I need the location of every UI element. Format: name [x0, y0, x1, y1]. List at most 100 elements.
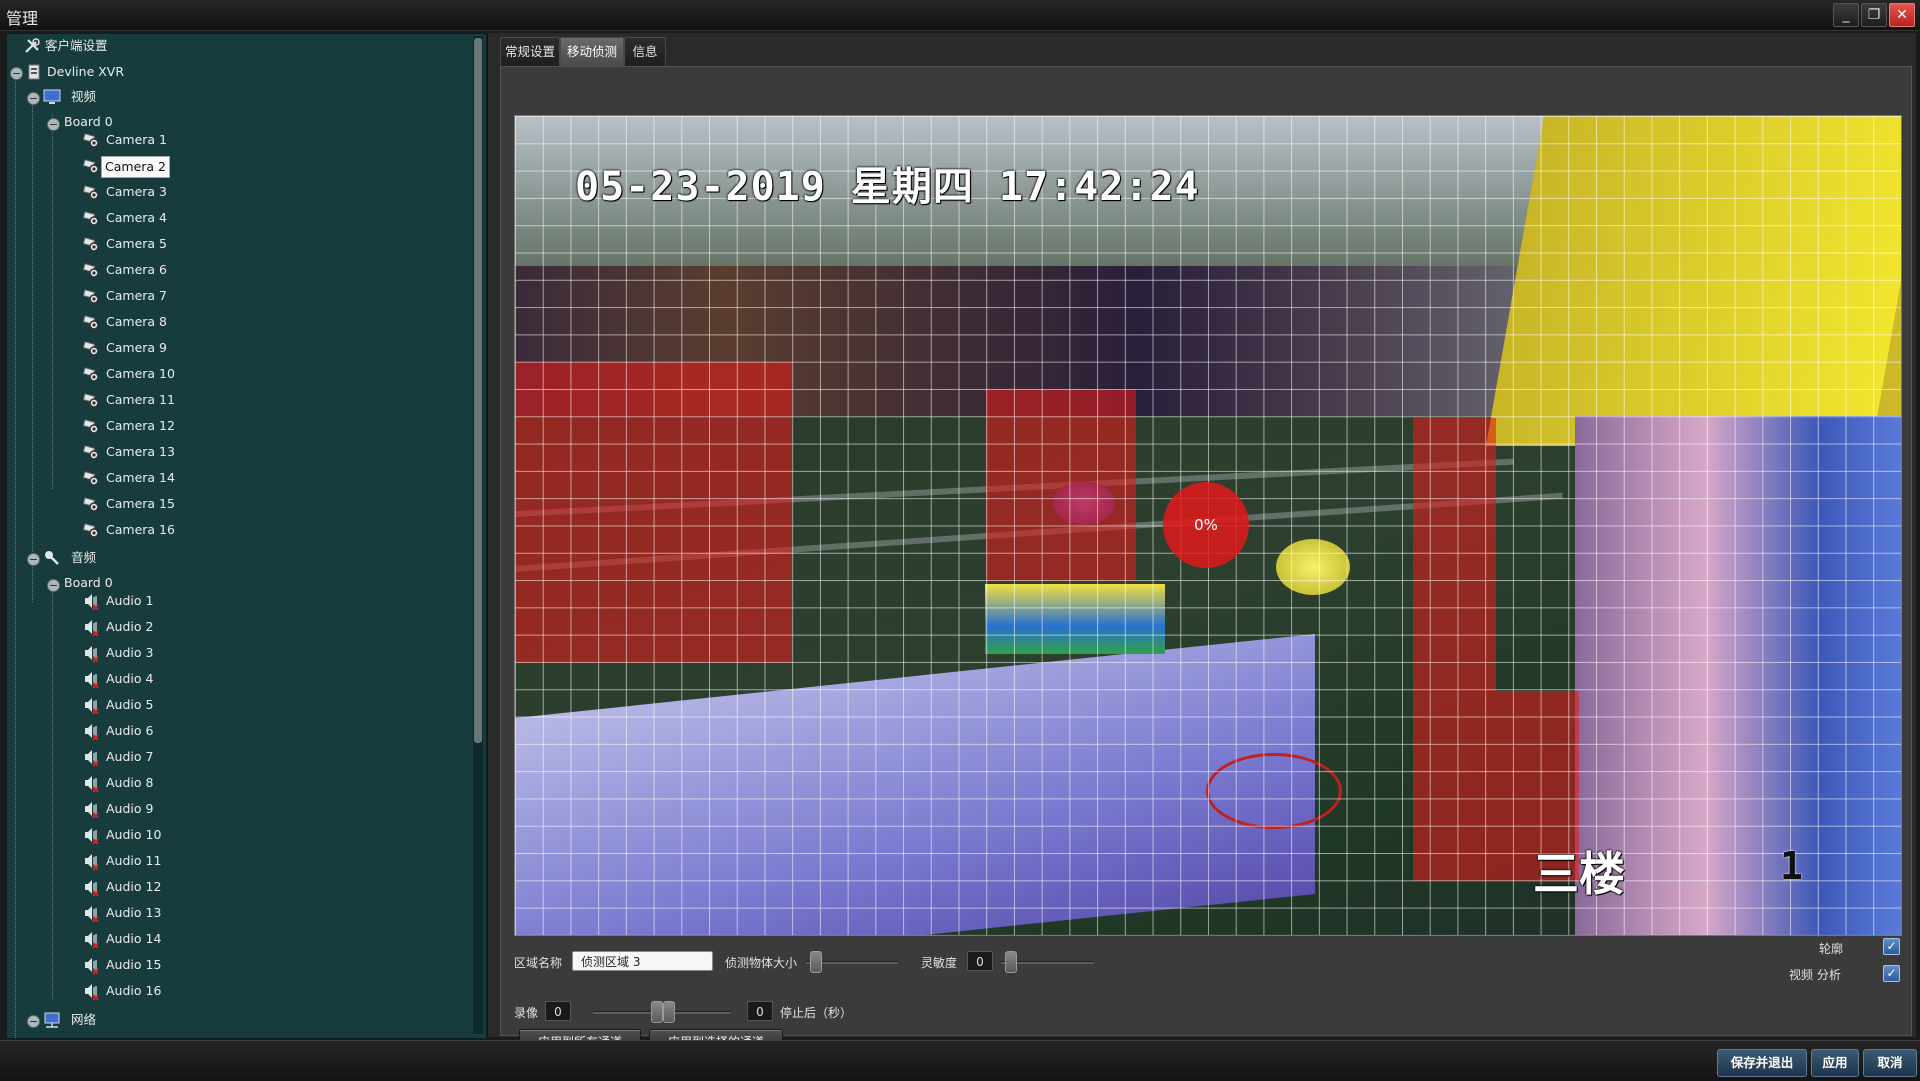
- window-title: 管理: [6, 9, 39, 28]
- camera-icon: [83, 133, 99, 148]
- speaker-muted-icon: [85, 802, 99, 818]
- tree-label: Audio 5: [106, 697, 154, 712]
- minimize-button[interactable]: _: [1833, 3, 1859, 27]
- camera-icon: [83, 185, 99, 200]
- tree-label: Camera 9: [106, 340, 167, 355]
- camera-icon: [83, 367, 99, 382]
- collapse-toggle[interactable]: [27, 553, 40, 566]
- outline-checkbox[interactable]: ✓: [1883, 938, 1900, 955]
- microphone-icon: [45, 551, 59, 565]
- motion-level-indicator: 0%: [1163, 482, 1249, 568]
- tree-label: Camera 6: [106, 262, 167, 277]
- tree-label: Camera 8: [106, 314, 167, 329]
- tree-label: 网络: [71, 1012, 97, 1027]
- speaker-muted-icon: [85, 750, 99, 766]
- record-value[interactable]: 0: [545, 1001, 571, 1021]
- osd-channel: 1: [1780, 844, 1803, 888]
- motion-detection-content: 05-23-2019 星期四 17:42:24 三楼 1 0% 区域名称 侦测区…: [500, 66, 1912, 1055]
- camera-icon: [83, 211, 99, 226]
- tree-scrollbar[interactable]: [473, 36, 483, 1034]
- speaker-muted-icon: [85, 594, 99, 610]
- tree-label: Board 0: [64, 575, 113, 590]
- record-slider-handle-start[interactable]: [651, 1001, 663, 1023]
- tree-label: Audio 2: [106, 619, 154, 634]
- tree-label: Audio 11: [106, 853, 162, 868]
- tree-label: Board 0: [64, 114, 113, 129]
- network-icon: [44, 1012, 60, 1028]
- tree-label: Camera 1: [106, 132, 167, 147]
- speaker-muted-icon: [85, 958, 99, 974]
- tree-label: Camera 12: [106, 418, 175, 433]
- speaker-muted-icon: [85, 724, 99, 740]
- title-bar: 管理 _ ❐ ✕: [0, 0, 1920, 31]
- sensitivity-value[interactable]: 0: [967, 951, 993, 971]
- speaker-muted-icon: [85, 932, 99, 948]
- tree-label: Audio 9: [106, 801, 154, 816]
- speaker-muted-icon: [85, 854, 99, 870]
- tab-general-settings[interactable]: 常规设置: [500, 37, 560, 66]
- object-size-label: 侦测物体大小: [725, 956, 798, 970]
- camera-icon: [83, 471, 99, 486]
- tree-label: Audio 10: [106, 827, 162, 842]
- collapse-toggle[interactable]: [47, 118, 60, 131]
- camera-icon: [83, 393, 99, 408]
- collapse-toggle[interactable]: [10, 67, 23, 80]
- close-button[interactable]: ✕: [1889, 3, 1915, 27]
- tree-item-audio-board[interactable]: Board 0: [64, 573, 113, 593]
- zone-name-label: 区域名称: [514, 956, 563, 970]
- tree-label: 视频: [71, 89, 97, 104]
- tree-label: 音频: [71, 550, 97, 565]
- tree-label: Audio 1: [106, 593, 154, 608]
- speaker-muted-icon: [85, 698, 99, 714]
- osd-datetime: 05-23-2019 星期四 17:42:24: [575, 164, 1200, 210]
- speaker-muted-icon: [85, 620, 99, 636]
- tree-label: Camera 7: [106, 288, 167, 303]
- tree-label: Devline XVR: [47, 64, 125, 79]
- stop-after-value[interactable]: 0: [747, 1001, 773, 1021]
- tree-label: Audio 13: [106, 905, 162, 920]
- server-icon: [28, 64, 40, 80]
- osd-location: 三楼: [1533, 847, 1625, 901]
- tree-label: Audio 4: [106, 671, 154, 686]
- collapse-toggle[interactable]: [47, 579, 60, 592]
- tab-info[interactable]: 信息: [624, 37, 666, 66]
- speaker-muted-icon: [85, 984, 99, 1000]
- maximize-button[interactable]: ❐: [1861, 3, 1887, 27]
- tools-icon: [25, 38, 40, 53]
- tree-label: Audio 6: [106, 723, 154, 738]
- camera-icon: [83, 315, 99, 330]
- record-slider-handle-end[interactable]: [663, 1001, 675, 1023]
- video-analysis-checkbox[interactable]: ✓: [1883, 965, 1900, 982]
- tree-label: Audio 14: [106, 931, 162, 946]
- record-label: 录像: [514, 1006, 539, 1020]
- apply-button[interactable]: 应用: [1811, 1049, 1859, 1077]
- collapse-toggle[interactable]: [27, 92, 40, 105]
- speaker-muted-icon: [85, 880, 99, 896]
- camera-icon: [83, 341, 99, 356]
- tree-label: Camera 2: [101, 156, 170, 178]
- tree-label: Audio 16: [106, 983, 162, 998]
- camera-preview[interactable]: 05-23-2019 星期四 17:42:24 三楼 1 0%: [514, 115, 1902, 936]
- collapse-toggle[interactable]: [27, 1015, 40, 1028]
- tree-label: Camera 13: [106, 444, 175, 459]
- tree-label: Camera 15: [106, 496, 175, 511]
- settings-panel: 常规设置 移动侦测 信息 05-23-2019 星期四 17:42:24 三楼 …: [496, 33, 1916, 1055]
- sensitivity-label: 灵敏度: [921, 956, 958, 970]
- speaker-muted-icon: [85, 828, 99, 844]
- object-size-slider-handle[interactable]: [810, 951, 822, 973]
- tree-label: Camera 14: [106, 470, 175, 485]
- scrollbar-thumb[interactable]: [474, 38, 482, 743]
- sensitivity-slider-handle[interactable]: [1005, 951, 1017, 973]
- tab-motion-detection[interactable]: 移动侦测: [560, 37, 624, 66]
- cancel-button[interactable]: 取消: [1863, 1049, 1917, 1077]
- camera-icon: [83, 419, 99, 434]
- camera-icon: [83, 263, 99, 278]
- tree-label: Camera 3: [106, 184, 167, 199]
- camera-icon: [83, 523, 99, 538]
- save-and-exit-button[interactable]: 保存并退出: [1717, 1049, 1807, 1077]
- zone-name-input[interactable]: 侦测区域 3: [572, 951, 713, 971]
- monitor-icon: [43, 89, 61, 104]
- tree-label: Audio 15: [106, 957, 162, 972]
- tree-item-video-board[interactable]: Board 0: [64, 112, 113, 132]
- speaker-muted-icon: [85, 672, 99, 688]
